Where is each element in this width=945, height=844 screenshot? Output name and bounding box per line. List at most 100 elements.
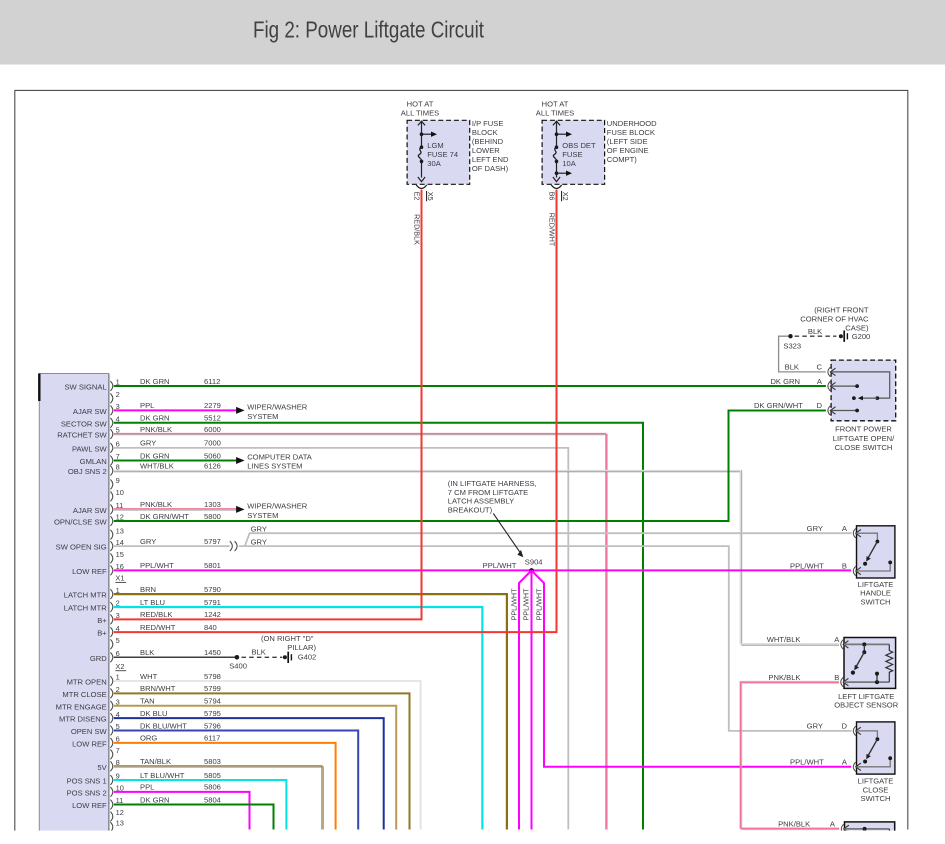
svg-text:AJAR SW: AJAR SW bbox=[73, 407, 108, 416]
svg-text:5799: 5799 bbox=[204, 684, 221, 693]
svg-text:D: D bbox=[842, 722, 848, 731]
svg-text:B+: B+ bbox=[97, 629, 107, 638]
svg-text:FUSE: FUSE bbox=[562, 150, 582, 159]
svg-text:DK GRN: DK GRN bbox=[140, 451, 170, 460]
svg-text:DK GRN: DK GRN bbox=[140, 377, 170, 386]
svg-text:GMLAN: GMLAN bbox=[80, 457, 107, 466]
svg-text:S904: S904 bbox=[525, 558, 543, 567]
svg-text:LOW REF: LOW REF bbox=[72, 801, 107, 810]
svg-text:DK BLU/WHT: DK BLU/WHT bbox=[140, 721, 187, 730]
svg-text:5791: 5791 bbox=[204, 598, 221, 607]
svg-text:SW OPEN SIG: SW OPEN SIG bbox=[56, 543, 107, 552]
svg-text:B+: B+ bbox=[97, 616, 107, 625]
svg-text:7000: 7000 bbox=[204, 439, 221, 448]
svg-text:5798: 5798 bbox=[204, 672, 221, 681]
svg-text:S323: S323 bbox=[783, 341, 801, 350]
svg-text:PPL/WHT: PPL/WHT bbox=[790, 562, 824, 571]
svg-text:MTR ENGAGE: MTR ENGAGE bbox=[56, 702, 107, 711]
svg-text:LATCH ASSEMBLY: LATCH ASSEMBLY bbox=[448, 497, 514, 506]
svg-text:5790: 5790 bbox=[204, 585, 221, 594]
svg-text:POS SNS 2: POS SNS 2 bbox=[67, 789, 107, 798]
svg-text:6112: 6112 bbox=[204, 377, 220, 386]
svg-text:DK GRN: DK GRN bbox=[140, 414, 170, 423]
svg-text:BLK: BLK bbox=[808, 327, 822, 336]
svg-text:GRY: GRY bbox=[807, 524, 823, 533]
svg-text:5801: 5801 bbox=[204, 561, 221, 570]
svg-text:RED/BLK: RED/BLK bbox=[413, 214, 422, 245]
svg-text:ALL TIMES: ALL TIMES bbox=[401, 108, 439, 117]
svg-text:A: A bbox=[842, 524, 848, 533]
svg-text:DK GRN: DK GRN bbox=[140, 795, 170, 804]
svg-text:13: 13 bbox=[116, 819, 124, 828]
svg-text:LIFTGATE OPEN/: LIFTGATE OPEN/ bbox=[833, 434, 895, 443]
svg-text:GRD: GRD bbox=[90, 654, 107, 663]
svg-text:COMPT): COMPT) bbox=[607, 155, 637, 164]
svg-text:SWITCH: SWITCH bbox=[861, 794, 891, 803]
svg-text:DK BLU: DK BLU bbox=[140, 709, 167, 718]
svg-text:OBS DET: OBS DET bbox=[562, 141, 596, 150]
svg-text:WHT: WHT bbox=[140, 672, 158, 681]
svg-text:WHT/BLK: WHT/BLK bbox=[140, 461, 174, 470]
svg-text:I/P FUSE: I/P FUSE bbox=[472, 119, 504, 128]
svg-text:OPN/CLSE SW: OPN/CLSE SW bbox=[54, 518, 108, 527]
svg-text:PNK/BLK: PNK/BLK bbox=[768, 673, 800, 682]
svg-text:FUSE BLOCK: FUSE BLOCK bbox=[607, 128, 655, 137]
svg-text:PPL: PPL bbox=[140, 783, 154, 792]
svg-text:12: 12 bbox=[116, 808, 124, 817]
svg-text:30A: 30A bbox=[427, 159, 441, 168]
svg-text:BRN: BRN bbox=[140, 585, 156, 594]
svg-text:ORG: ORG bbox=[140, 734, 157, 743]
svg-text:B: B bbox=[834, 673, 839, 682]
svg-text:10A: 10A bbox=[562, 159, 576, 168]
svg-text:POS SNS 1: POS SNS 1 bbox=[67, 777, 107, 786]
svg-text:5804: 5804 bbox=[204, 795, 221, 804]
svg-text:HOT AT: HOT AT bbox=[407, 100, 434, 109]
svg-text:PPL/WHT: PPL/WHT bbox=[534, 588, 543, 621]
svg-text:CLOSE: CLOSE bbox=[863, 785, 889, 794]
svg-text:TAN: TAN bbox=[140, 697, 155, 706]
svg-text:A: A bbox=[834, 635, 840, 644]
svg-text:BLK: BLK bbox=[140, 648, 154, 657]
svg-text:HANDLE: HANDLE bbox=[860, 589, 891, 598]
svg-text:LIFTGATE: LIFTGATE bbox=[858, 580, 894, 589]
svg-text:FRONT POWER: FRONT POWER bbox=[835, 425, 892, 434]
svg-text:(RIGHT FRONT: (RIGHT FRONT bbox=[814, 305, 869, 314]
svg-text:(IN LIFTGATE HARNESS,: (IN LIFTGATE HARNESS, bbox=[448, 479, 537, 488]
svg-text:GRY: GRY bbox=[140, 439, 156, 448]
svg-text:RED/BLK: RED/BLK bbox=[140, 610, 173, 619]
svg-text:CORNER OF HVAC: CORNER OF HVAC bbox=[800, 315, 869, 324]
svg-text:6126: 6126 bbox=[204, 461, 221, 470]
svg-text:LOW REF: LOW REF bbox=[72, 740, 107, 749]
svg-text:LOWER: LOWER bbox=[472, 146, 500, 155]
svg-text:PNK/BLK: PNK/BLK bbox=[140, 500, 172, 509]
svg-text:A: A bbox=[842, 758, 848, 767]
svg-text:UNDERHOOD: UNDERHOOD bbox=[607, 119, 657, 128]
svg-text:6000: 6000 bbox=[204, 425, 221, 434]
svg-text:SW SIGNAL: SW SIGNAL bbox=[64, 383, 106, 392]
svg-text:LT BLU: LT BLU bbox=[140, 598, 165, 607]
svg-text:5803: 5803 bbox=[204, 757, 221, 766]
svg-text:OBJ SNS 2: OBJ SNS 2 bbox=[68, 467, 107, 476]
svg-text:13: 13 bbox=[116, 526, 124, 535]
svg-text:BLK: BLK bbox=[252, 647, 266, 656]
svg-text:7 CM FROM LIFTGATE: 7 CM FROM LIFTGATE bbox=[448, 488, 528, 497]
svg-text:G402: G402 bbox=[298, 652, 317, 661]
svg-text:X1: X1 bbox=[115, 574, 124, 583]
svg-text:LEFT LIFTGATE: LEFT LIFTGATE bbox=[838, 692, 894, 701]
svg-text:Fig 2: Power Liftgate Circuit: Fig 2: Power Liftgate Circuit bbox=[253, 17, 484, 43]
svg-text:DK GRN/WHT: DK GRN/WHT bbox=[140, 512, 189, 521]
svg-text:TAN/BLK: TAN/BLK bbox=[140, 757, 171, 766]
svg-text:DK GRN: DK GRN bbox=[770, 377, 800, 386]
svg-text:B: B bbox=[842, 562, 847, 571]
svg-text:PAWL SW: PAWL SW bbox=[72, 445, 108, 454]
svg-text:OBJECT SENSOR: OBJECT SENSOR bbox=[834, 701, 899, 710]
svg-text:WHT/BLK: WHT/BLK bbox=[767, 635, 801, 644]
svg-text:LIFTGATE: LIFTGATE bbox=[858, 777, 894, 786]
svg-text:6117: 6117 bbox=[204, 734, 220, 743]
svg-text:LEFT END: LEFT END bbox=[472, 155, 509, 164]
svg-text:PNK/BLK: PNK/BLK bbox=[140, 425, 172, 434]
svg-text:B6: B6 bbox=[548, 192, 557, 201]
svg-text:5796: 5796 bbox=[204, 721, 221, 730]
svg-text:1303: 1303 bbox=[204, 500, 221, 509]
svg-text:OF ENGINE: OF ENGINE bbox=[607, 146, 649, 155]
